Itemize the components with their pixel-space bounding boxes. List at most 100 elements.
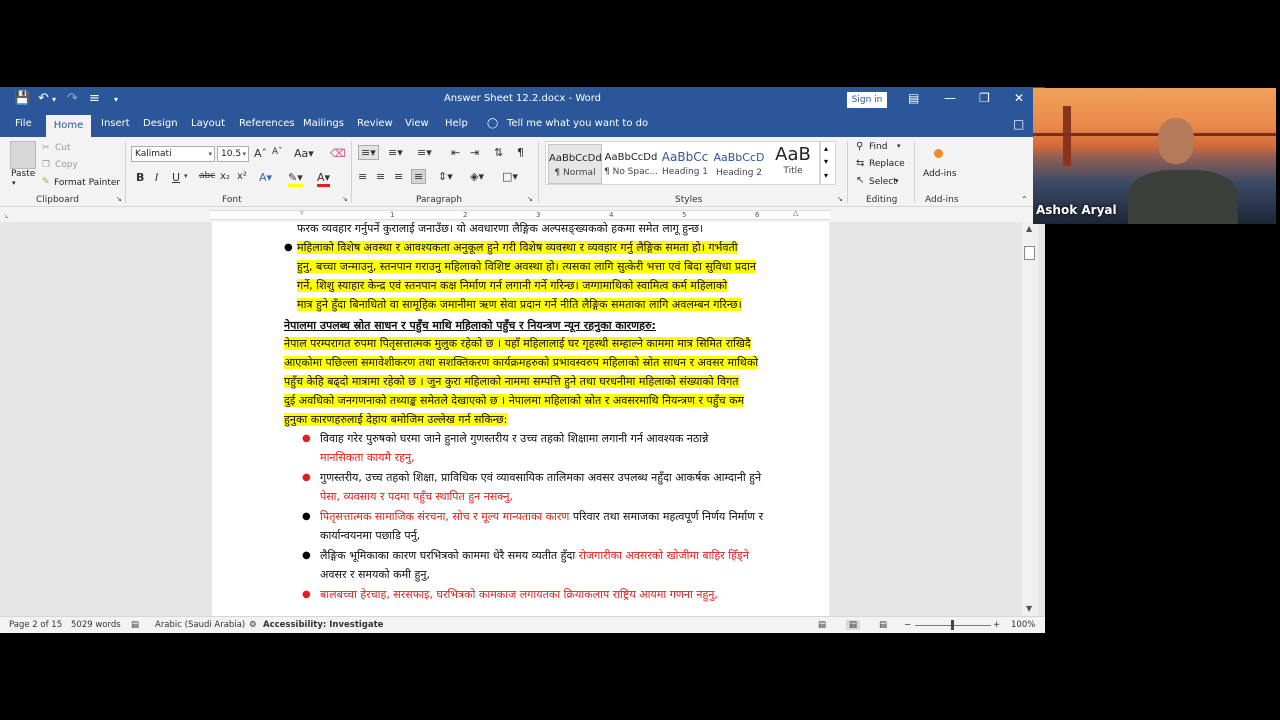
- show-marks-icon[interactable]: ¶: [517, 146, 524, 159]
- justify-icon[interactable]: ≡: [411, 169, 427, 184]
- chevron-down-icon: ▾: [242, 150, 246, 158]
- text-effects-icon[interactable]: A▾: [259, 171, 272, 184]
- vertical-scrollbar[interactable]: ▲ ▼: [1022, 222, 1038, 616]
- paste-button[interactable]: Paste: [11, 169, 35, 179]
- underline-dropdown-icon[interactable]: ▾: [184, 172, 188, 180]
- collapse-ribbon-icon[interactable]: ⌃: [1021, 195, 1028, 204]
- zoom-out-icon[interactable]: −: [904, 620, 911, 630]
- style-normal[interactable]: AaBbCcDd ¶ Normal: [548, 144, 602, 184]
- indent-marker-icon[interactable]: ▿: [300, 209, 304, 217]
- word-count[interactable]: 5029 words: [71, 620, 121, 630]
- sign-in-button[interactable]: Sign in: [847, 92, 887, 108]
- style-heading-1[interactable]: AaBbCc Heading 1: [658, 144, 712, 184]
- style-name: ¶ No Spac...: [604, 167, 659, 177]
- tab-view[interactable]: View: [405, 118, 429, 129]
- styles-launcher-icon[interactable]: ↘: [837, 195, 843, 203]
- tell-me-search[interactable]: Tell me what you want to do: [507, 118, 648, 129]
- strikethrough-icon[interactable]: abc: [199, 171, 215, 181]
- scrollbar-thumb[interactable]: [1024, 246, 1035, 260]
- tab-selector-icon[interactable]: ⌞: [5, 210, 9, 219]
- underline-icon[interactable]: U: [172, 171, 180, 184]
- web-layout-icon[interactable]: ▤: [879, 620, 887, 630]
- increase-indent-icon[interactable]: ⇥: [470, 146, 479, 159]
- document-page[interactable]: फरक व्यवहार गर्नुपर्ने कुरालाई जनाउँछ। य…: [212, 222, 829, 616]
- tab-mailings[interactable]: Mailings: [303, 118, 344, 129]
- scroll-up-icon[interactable]: ▲: [1026, 224, 1032, 233]
- align-left-icon[interactable]: ≡: [358, 170, 367, 183]
- proofing-icon[interactable]: ▤: [131, 620, 139, 630]
- italic-icon[interactable]: I: [155, 171, 158, 184]
- tab-design[interactable]: Design: [143, 118, 178, 129]
- shrink-font-icon[interactable]: Aˇ: [272, 147, 283, 157]
- focus-mode-icon[interactable]: ▤: [818, 620, 826, 630]
- line-spacing-icon[interactable]: ⇕▾: [438, 170, 453, 183]
- comments-icon[interactable]: □: [1013, 117, 1024, 131]
- right-indent-marker-icon[interactable]: △: [793, 209, 798, 217]
- tab-file[interactable]: File: [15, 118, 32, 129]
- restore-icon[interactable]: ❐: [979, 91, 990, 105]
- font-color-icon[interactable]: A▾: [317, 171, 331, 187]
- minimize-icon[interactable]: —: [944, 91, 956, 105]
- paste-icon[interactable]: [10, 141, 36, 169]
- clear-formatting-icon[interactable]: ⌫: [330, 147, 346, 160]
- chevron-up-icon: ▴: [824, 144, 829, 153]
- find-button[interactable]: Find: [869, 142, 887, 152]
- grow-font-icon[interactable]: Aˆ: [254, 147, 267, 160]
- bullets-icon[interactable]: ≡▾: [358, 145, 379, 160]
- cut-button[interactable]: Cut: [55, 143, 71, 153]
- tab-references[interactable]: References: [239, 118, 295, 129]
- sort-icon[interactable]: ⇅: [494, 146, 503, 159]
- zoom-level[interactable]: 100%: [1011, 620, 1035, 630]
- copy-button[interactable]: Copy: [55, 160, 78, 170]
- zoom-slider-thumb[interactable]: [951, 620, 954, 630]
- zoom-in-icon[interactable]: +: [993, 620, 1000, 630]
- multilevel-list-icon[interactable]: ≡▾: [417, 146, 432, 159]
- font-launcher-icon[interactable]: ↘: [342, 195, 348, 203]
- tab-help[interactable]: Help: [445, 118, 468, 129]
- font-size-combo[interactable]: 10.5 ▾: [217, 146, 249, 162]
- decrease-indent-icon[interactable]: ⇤: [451, 146, 460, 159]
- select-button[interactable]: Select: [869, 177, 897, 187]
- bullet-icon: ●: [302, 511, 311, 522]
- change-case-icon[interactable]: Aa▾: [294, 147, 314, 160]
- style-no-spacing[interactable]: AaBbCcDd ¶ No Spac...: [604, 144, 658, 184]
- copy-icon: ❐: [42, 160, 51, 170]
- replace-button[interactable]: Replace: [869, 159, 905, 169]
- paste-dropdown-icon[interactable]: ▾: [12, 179, 16, 187]
- tab-home[interactable]: Home: [46, 115, 91, 137]
- print-layout-icon[interactable]: ▤: [846, 620, 861, 630]
- superscript-icon[interactable]: x²: [237, 171, 247, 182]
- style-title[interactable]: AaB Title: [766, 144, 820, 184]
- clipboard-launcher-icon[interactable]: ↘: [116, 195, 122, 203]
- doc-line: महिलाको विशेष अवस्था र आवश्यकता अनुकूल ह…: [297, 241, 738, 254]
- borders-icon[interactable]: □▾: [502, 170, 518, 183]
- numbering-icon[interactable]: ≡▾: [388, 146, 403, 159]
- find-dropdown-icon[interactable]: ▾: [897, 142, 901, 150]
- subscript-icon[interactable]: x₂: [220, 171, 230, 182]
- webcam-person: [1128, 118, 1238, 224]
- paragraph-launcher-icon[interactable]: ↘: [527, 195, 533, 203]
- font-name-combo[interactable]: Kalimati ▾: [131, 146, 215, 162]
- page-count[interactable]: Page 2 of 15: [9, 620, 62, 630]
- language-status[interactable]: Arabic (Saudi Arabia): [155, 620, 245, 630]
- close-icon[interactable]: ✕: [1014, 91, 1024, 105]
- tab-insert[interactable]: Insert: [101, 118, 130, 129]
- format-painter-button[interactable]: Format Painter: [54, 178, 120, 188]
- separator: [847, 141, 848, 203]
- style-heading-2[interactable]: AaBbCcD Heading 2: [712, 144, 766, 184]
- scroll-down-icon[interactable]: ▼: [1026, 604, 1032, 613]
- ribbon-display-options-icon[interactable]: ▤: [908, 91, 919, 105]
- accessibility-status[interactable]: Accessibility: Investigate: [263, 620, 383, 630]
- styles-scroll[interactable]: ▴ ▾ ▾: [820, 141, 836, 185]
- horizontal-ruler[interactable]: ▿ 1 2 3 4 5 6 △: [210, 209, 830, 220]
- tab-review[interactable]: Review: [357, 118, 393, 129]
- shading-icon[interactable]: ◈▾: [470, 170, 484, 183]
- bold-icon[interactable]: B: [136, 171, 144, 184]
- select-dropdown-icon[interactable]: ▾: [895, 177, 899, 185]
- align-center-icon[interactable]: ≡: [376, 170, 385, 183]
- highlight-color-icon[interactable]: ✎▾: [288, 171, 303, 187]
- add-ins-button[interactable]: Add-ins: [923, 169, 957, 179]
- align-right-icon[interactable]: ≡: [394, 170, 403, 183]
- tab-layout[interactable]: Layout: [191, 118, 225, 129]
- add-ins-group-label: Add-ins: [925, 195, 959, 205]
